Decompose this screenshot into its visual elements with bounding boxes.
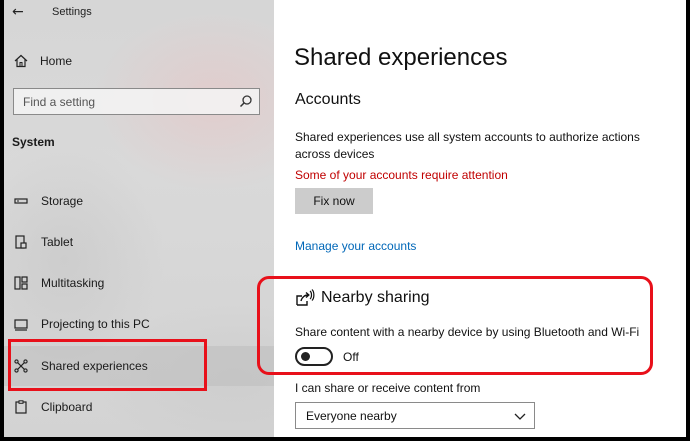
nearby-sharing-title: Nearby sharing [321,289,430,306]
sidebar: ← Settings Home System Storage [4,0,274,437]
share-from-label: I can share or receive content from [295,381,481,395]
sidebar-item-label: Tablet [41,235,74,249]
home-icon [14,54,28,68]
home-label: Home [40,54,73,68]
nearby-sharing-toggle[interactable] [295,347,333,366]
search-box[interactable] [13,88,260,115]
page-title: Shared experiences [294,44,508,71]
title-bar: ← Settings [4,0,274,26]
tablet-icon [15,235,27,249]
nearby-sharing-icon [296,289,315,306]
search-icon[interactable] [239,94,253,108]
nearby-sharing-description: Share content with a nearby device by us… [295,325,640,339]
fix-now-button[interactable]: Fix now [295,188,373,214]
clipboard-icon [15,400,27,414]
sidebar-item-label: Shared experiences [41,359,148,373]
nearby-sharing-heading: Nearby sharing [295,288,430,308]
sidebar-item-shared-experiences[interactable]: Shared experiences [4,346,274,386]
sidebar-item-clipboard[interactable]: Clipboard [4,387,274,427]
dropdown-value: Everyone nearby [306,408,397,423]
toggle-state-label: Off [343,350,359,364]
storage-icon [14,198,28,204]
sidebar-item-tablet[interactable]: Tablet [4,222,274,262]
main-content: Shared experiences Accounts Shared exper… [274,0,686,437]
chevron-down-icon [514,413,526,420]
accounts-warning: Some of your accounts require attention [295,168,508,182]
sidebar-item-label: Clipboard [41,400,93,414]
sidebar-item-projecting[interactable]: Projecting to this PC [4,304,274,344]
projecting-icon [14,319,28,331]
home-nav[interactable]: Home [14,52,72,70]
settings-window: ← Settings Home System Storage [4,0,686,437]
accounts-heading: Accounts [295,91,361,108]
shared-experiences-icon [14,359,28,373]
sidebar-item-label: Projecting to this PC [41,317,150,331]
section-label-system: System [12,135,55,149]
manage-accounts-link[interactable]: Manage your accounts [295,239,416,253]
app-title: Settings [52,6,92,18]
sidebar-item-storage[interactable]: Storage [4,181,274,221]
toggle-knob [301,352,310,361]
sidebar-item-label: Multitasking [41,276,105,290]
back-arrow-icon[interactable]: ← [12,4,24,20]
accounts-description: Shared experiences use all system accoun… [295,130,640,161]
search-input[interactable] [23,94,223,109]
sidebar-item-label: Storage [41,194,84,208]
multitasking-icon [14,276,28,290]
share-from-dropdown[interactable]: Everyone nearby [295,402,535,429]
sidebar-item-multitasking[interactable]: Multitasking [4,263,274,303]
